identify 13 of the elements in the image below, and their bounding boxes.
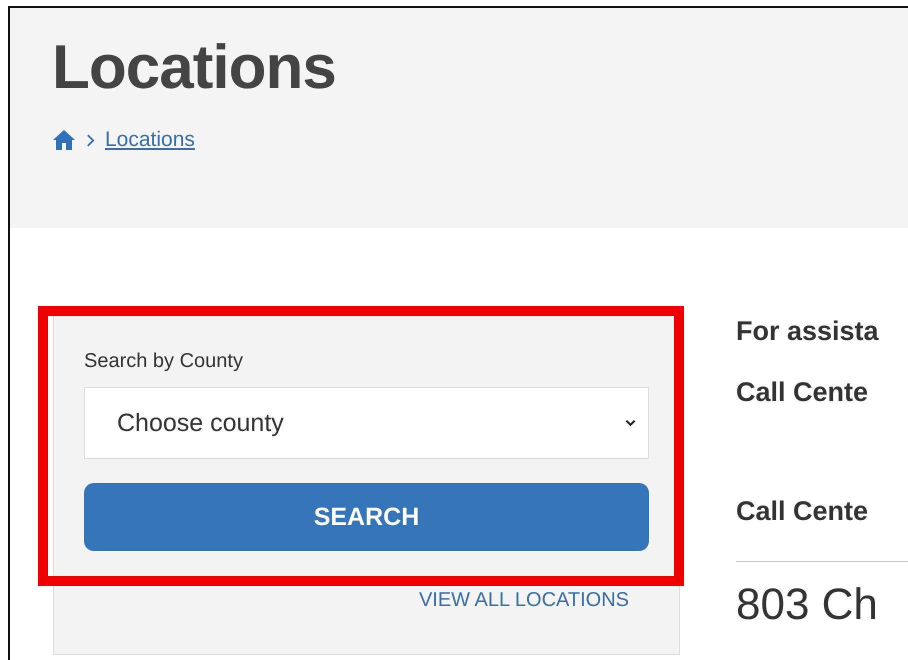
info-text: For assista xyxy=(736,316,880,347)
chevron-icon xyxy=(86,132,95,148)
info-text: Call Cente xyxy=(736,496,870,527)
chevron-down-icon xyxy=(625,419,636,427)
view-all-link[interactable]: VIEW ALL LOCATIONS xyxy=(418,589,629,612)
field-label: Search by County xyxy=(84,350,244,373)
info-text: Call Cente xyxy=(736,377,870,408)
page-title: Locations xyxy=(52,34,337,102)
county-select[interactable]: Choose county xyxy=(84,387,649,459)
search-button[interactable]: SEARCH xyxy=(84,483,649,551)
breadcrumb-link[interactable]: Locations xyxy=(105,128,195,152)
address-text: 803 Ch xyxy=(736,580,879,630)
home-icon[interactable] xyxy=(52,129,76,152)
